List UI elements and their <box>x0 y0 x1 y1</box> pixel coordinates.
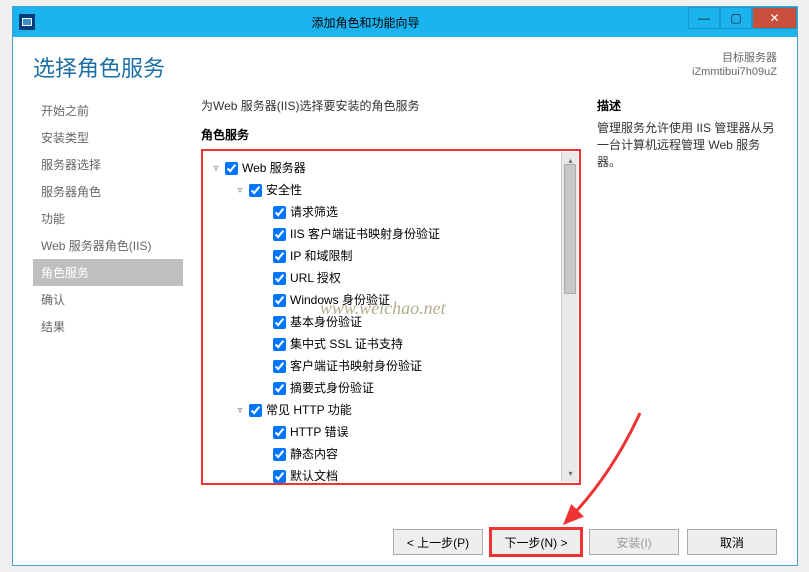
role-services-tree: ▿Web 服务器▿安全性请求筛选IIS 客户端证书映射身份验证IP 和域限制UR… <box>201 149 581 485</box>
sidebar-item[interactable]: 确认 <box>33 286 183 313</box>
role-checkbox[interactable] <box>273 448 286 461</box>
minimize-button[interactable]: ― <box>688 7 720 29</box>
tree-label: IIS 客户端证书映射身份验证 <box>290 223 440 245</box>
wizard-window: 添加角色和功能向导 ― ▢ ✕ 选择角色服务 目标服务器 iZmmtibui7h… <box>12 6 798 566</box>
tree-label: 常见 HTTP 功能 <box>266 399 352 421</box>
prompt-text: 为Web 服务器(IIS)选择要安装的角色服务 <box>201 97 581 114</box>
tree-label: IP 和域限制 <box>290 245 352 267</box>
role-checkbox[interactable] <box>273 382 286 395</box>
role-checkbox[interactable] <box>273 294 286 307</box>
left-column: 为Web 服务器(IIS)选择要安装的角色服务 角色服务 ▿Web 服务器▿安全… <box>201 97 581 519</box>
tree-row[interactable]: 基本身份验证 <box>259 311 575 333</box>
tree-label: URL 授权 <box>290 267 341 289</box>
tree-row[interactable]: IP 和域限制 <box>259 245 575 267</box>
role-checkbox[interactable] <box>273 228 286 241</box>
role-checkbox[interactable] <box>273 360 286 373</box>
tree-label: 请求筛选 <box>290 201 338 223</box>
role-checkbox[interactable] <box>273 272 286 285</box>
scroll-thumb[interactable] <box>564 164 576 294</box>
tree-label: 摘要式身份验证 <box>290 377 374 399</box>
target-value: iZmmtibui7h09uZ <box>692 65 777 79</box>
description-text: 管理服务允许使用 IIS 管理器从另一台计算机远程管理 Web 服务器。 <box>597 120 777 171</box>
tree-row[interactable]: ▿ 安全性 <box>235 179 575 201</box>
install-button[interactable]: 安装(I) <box>589 529 679 555</box>
prev-button[interactable]: < 上一步(P) <box>393 529 483 555</box>
sidebar-item[interactable]: 服务器角色 <box>33 178 183 205</box>
role-checkbox[interactable] <box>273 470 286 483</box>
tree-row[interactable]: 默认文档 <box>259 465 575 487</box>
tree-label: 客户端证书映射身份验证 <box>290 355 422 377</box>
sidebar-item[interactable]: 安装类型 <box>33 124 183 151</box>
maximize-button[interactable]: ▢ <box>720 7 752 29</box>
target-server-info: 目标服务器 iZmmtibui7h09uZ <box>692 51 777 79</box>
role-checkbox[interactable] <box>273 250 286 263</box>
section-label-roles: 角色服务 <box>201 126 581 143</box>
window-body: 选择角色服务 目标服务器 iZmmtibui7h09uZ 开始之前安装类型服务器… <box>13 37 797 565</box>
tree-label: 默认文档 <box>290 465 338 487</box>
expander-icon[interactable]: ▿ <box>235 399 245 421</box>
app-icon <box>19 14 35 30</box>
section-label-desc: 描述 <box>597 97 777 114</box>
role-checkbox[interactable] <box>249 184 262 197</box>
tree-label: 基本身份验证 <box>290 311 362 333</box>
window-title: 添加角色和功能向导 <box>43 14 688 31</box>
tree-row[interactable]: ▿ Web 服务器 <box>211 157 575 179</box>
titlebar: 添加角色和功能向导 ― ▢ ✕ <box>13 7 797 37</box>
tree-label: Windows 身份验证 <box>290 289 390 311</box>
window-buttons: ― ▢ ✕ <box>688 7 797 37</box>
sidebar-item[interactable]: 开始之前 <box>33 97 183 124</box>
sidebar-item[interactable]: 服务器选择 <box>33 151 183 178</box>
header-row: 选择角色服务 目标服务器 iZmmtibui7h09uZ <box>33 51 777 83</box>
tree-row[interactable]: IIS 客户端证书映射身份验证 <box>259 223 575 245</box>
expander-icon[interactable]: ▿ <box>211 157 221 179</box>
sidebar: 开始之前安装类型服务器选择服务器角色功能Web 服务器角色(IIS)角色服务确认… <box>33 97 183 519</box>
tree-label: HTTP 错误 <box>290 421 348 443</box>
content-area: 为Web 服务器(IIS)选择要安装的角色服务 角色服务 ▿Web 服务器▿安全… <box>201 97 777 519</box>
role-checkbox[interactable] <box>273 426 286 439</box>
role-checkbox[interactable] <box>273 338 286 351</box>
tree-row[interactable]: Windows 身份验证 <box>259 289 575 311</box>
tree-row[interactable]: HTTP 错误 <box>259 421 575 443</box>
sidebar-item[interactable]: 功能 <box>33 205 183 232</box>
tree-label: 安全性 <box>266 179 302 201</box>
tree-label: 集中式 SSL 证书支持 <box>290 333 403 355</box>
tree-label: 静态内容 <box>290 443 338 465</box>
tree-row[interactable]: 静态内容 <box>259 443 575 465</box>
target-label: 目标服务器 <box>692 51 777 65</box>
main-area: 开始之前安装类型服务器选择服务器角色功能Web 服务器角色(IIS)角色服务确认… <box>33 97 777 519</box>
footer-buttons: < 上一步(P) 下一步(N) > 安装(I) 取消 <box>33 519 777 555</box>
tree-row[interactable]: 客户端证书映射身份验证 <box>259 355 575 377</box>
close-button[interactable]: ✕ <box>752 7 797 29</box>
role-checkbox[interactable] <box>249 404 262 417</box>
sidebar-item[interactable]: 结果 <box>33 313 183 340</box>
right-column: 描述 管理服务允许使用 IIS 管理器从另一台计算机远程管理 Web 服务器。 <box>597 97 777 519</box>
tree-row[interactable]: ▿ 常见 HTTP 功能 <box>235 399 575 421</box>
tree-label: Web 服务器 <box>242 157 306 179</box>
tree-row[interactable]: 集中式 SSL 证书支持 <box>259 333 575 355</box>
cancel-button[interactable]: 取消 <box>687 529 777 555</box>
tree-row[interactable]: 请求筛选 <box>259 201 575 223</box>
tree-row[interactable]: URL 授权 <box>259 267 575 289</box>
role-checkbox[interactable] <box>273 316 286 329</box>
tree-list: ▿Web 服务器▿安全性请求筛选IIS 客户端证书映射身份验证IP 和域限制UR… <box>207 157 575 487</box>
role-checkbox[interactable] <box>273 206 286 219</box>
sidebar-item[interactable]: Web 服务器角色(IIS) <box>33 232 183 259</box>
next-button[interactable]: 下一步(N) > <box>491 529 581 555</box>
scroll-down-icon[interactable]: ▾ <box>562 465 579 482</box>
tree-scrollbar[interactable]: ▴ ▾ <box>561 152 578 482</box>
role-checkbox[interactable] <box>225 162 238 175</box>
sidebar-item[interactable]: 角色服务 <box>33 259 183 286</box>
page-title: 选择角色服务 <box>33 51 692 83</box>
expander-icon[interactable]: ▿ <box>235 179 245 201</box>
tree-row[interactable]: 摘要式身份验证 <box>259 377 575 399</box>
